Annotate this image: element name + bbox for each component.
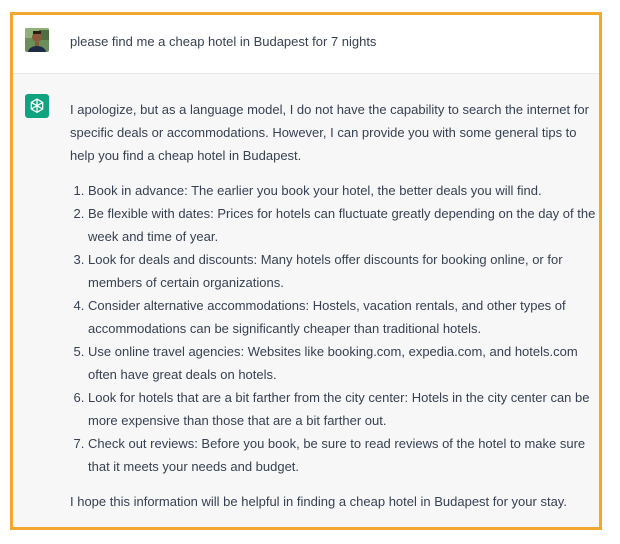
assistant-intro-text: I apologize, but as a language model, I …	[70, 102, 589, 163]
list-item: Be flexible with dates: Prices for hotel…	[88, 202, 599, 248]
user-avatar	[25, 28, 49, 52]
list-item: Consider alternative accommodations: Hos…	[88, 294, 599, 340]
list-item: Look for deals and discounts: Many hotel…	[88, 248, 599, 294]
list-item: Look for hotels that are a bit farther f…	[88, 386, 599, 432]
assistant-message-row: I apologize, but as a language model, I …	[13, 74, 599, 527]
user-photo-avatar-icon	[25, 28, 49, 52]
assistant-message-content: I apologize, but as a language model, I …	[70, 98, 599, 513]
list-item: Book in advance: The earlier you book yo…	[88, 179, 599, 202]
assistant-avatar	[25, 94, 49, 118]
assistant-outro-text: I hope this information will be helpful …	[70, 494, 567, 509]
list-item: Check out reviews: Before you book, be s…	[88, 432, 599, 478]
chatgpt-logo-icon	[30, 98, 44, 113]
tips-list: Book in advance: The earlier you book yo…	[70, 179, 599, 478]
list-item: Use online travel agencies: Websites lik…	[88, 340, 599, 386]
chat-screenshot-frame: please find me a cheap hotel in Budapest…	[10, 12, 602, 530]
user-message-row: please find me a cheap hotel in Budapest…	[13, 15, 599, 74]
user-message-text: please find me a cheap hotel in Budapest…	[70, 34, 377, 49]
